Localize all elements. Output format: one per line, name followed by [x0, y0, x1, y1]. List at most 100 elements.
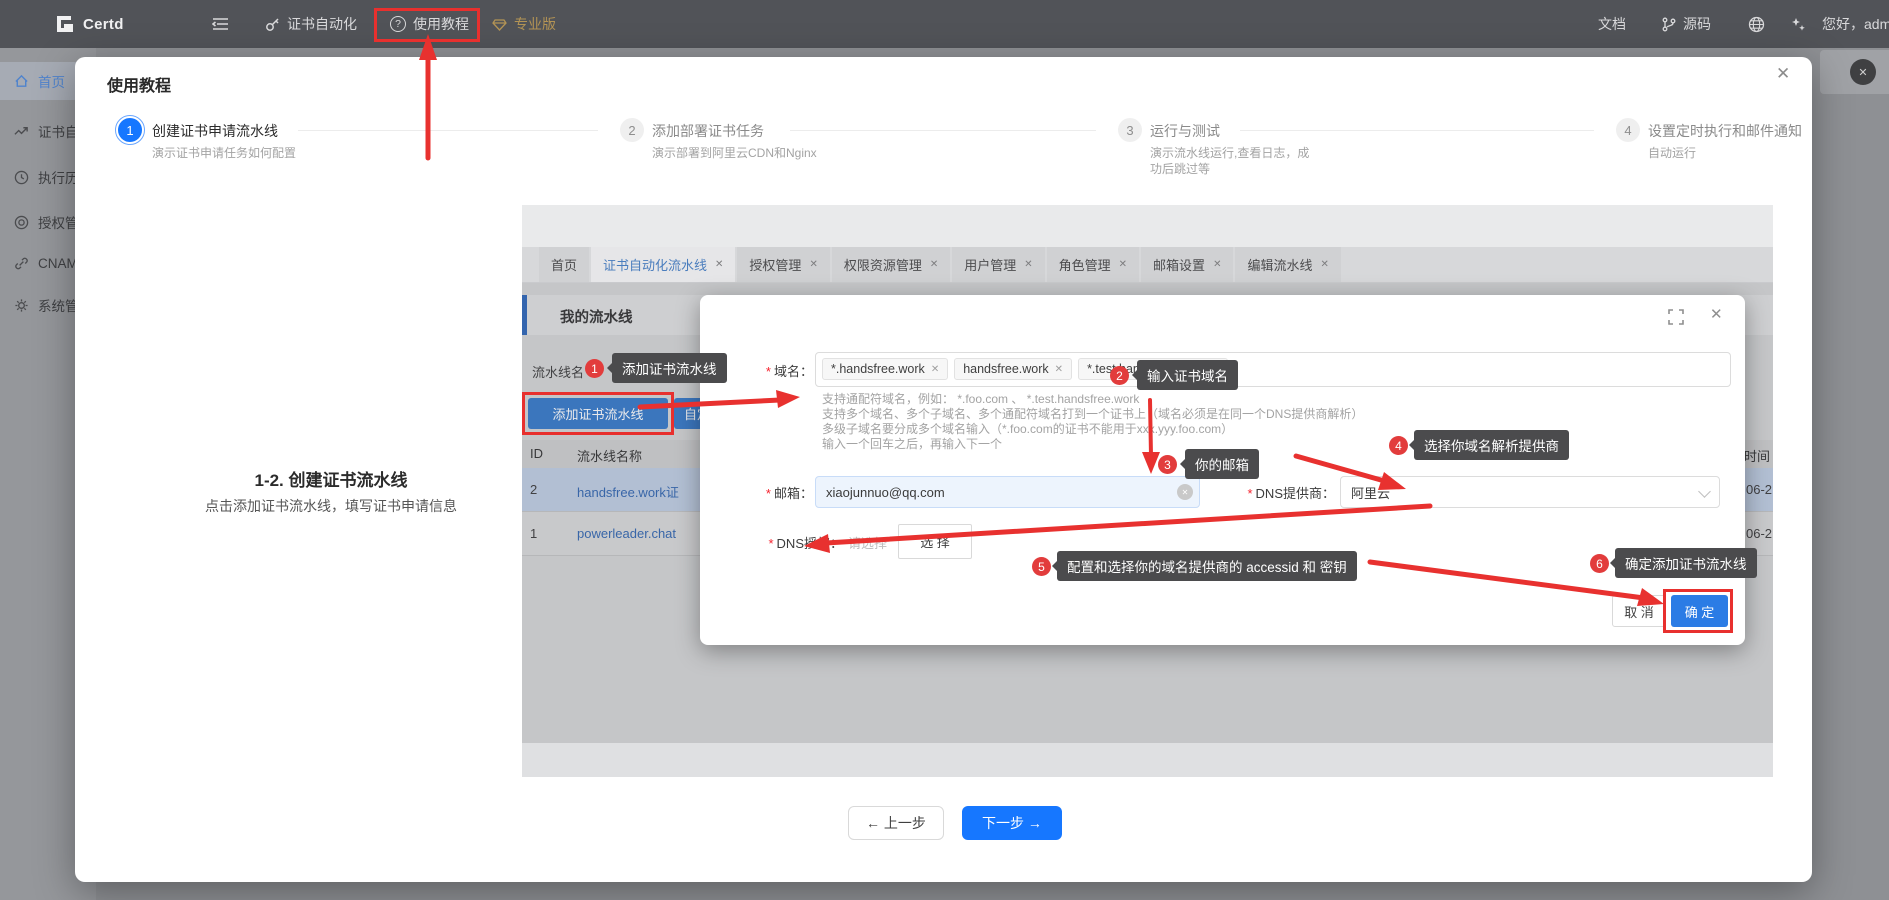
tab-close-icon[interactable]: ✕ [930, 259, 938, 270]
domain-field-label: *域名： [755, 361, 813, 380]
step-connector [1240, 130, 1594, 131]
nav-theme-toggle[interactable] [1790, 0, 1806, 48]
pipeline-name-filter-label: 流水线名 [532, 362, 584, 381]
row-time: 06-2 [1746, 482, 1772, 497]
diamond-icon [492, 17, 507, 32]
sparkles-icon [1790, 16, 1806, 32]
step-connector [298, 130, 598, 131]
tab-home[interactable]: 首页 [539, 247, 589, 282]
step-2-title: 添加部署证书任务 [652, 121, 764, 141]
tab-permission-resources[interactable]: 权限资源管理✕ [832, 247, 950, 282]
clear-input-icon[interactable]: ✕ [1177, 484, 1193, 500]
tutorial-modal-title: 使用教程 [107, 72, 171, 96]
tab-users[interactable]: 用户管理✕ [952, 247, 1044, 282]
domain-tag[interactable]: *.handsfree.work✕ [822, 358, 948, 380]
row-id: 1 [530, 526, 537, 541]
dns-auth-select-button[interactable]: 选 择 [898, 524, 972, 559]
screenshot-footer-strip [522, 743, 1773, 777]
pipeline-link[interactable]: powerleader.chat [577, 526, 676, 541]
row-id: 2 [530, 482, 537, 497]
globe-icon [1748, 16, 1765, 33]
tag-close-icon[interactable]: ✕ [1055, 364, 1063, 375]
dns-provider-label: *DNS提供商： [1228, 483, 1335, 502]
prev-step-button[interactable]: ← 上一步 [848, 806, 944, 840]
step-3-indicator: 3 [1118, 118, 1142, 142]
app-title: Certd [83, 16, 124, 33]
dns-auth-label: *DNS授权： [730, 533, 843, 552]
key-icon [265, 17, 280, 32]
user-greeting[interactable]: 您好，admin [1822, 0, 1889, 48]
dialog-close-icon[interactable]: ✕ [1710, 305, 1723, 323]
highlight-box-add-button [522, 392, 674, 435]
app-logo[interactable]: Certd [50, 0, 124, 48]
col-id: ID [530, 446, 543, 461]
annotation-tooltip-5: 配置和选择你的域名提供商的 accessid 和 密钥 [1057, 551, 1357, 581]
tag-close-icon[interactable]: ✕ [931, 364, 939, 375]
nav-pro-label: 专业版 [514, 14, 556, 34]
tab-close-icon[interactable]: ✕ [715, 259, 723, 270]
tab-close-icon[interactable]: ✕ [1320, 259, 1328, 270]
annotation-tooltip-3: 你的邮箱 [1185, 449, 1259, 479]
step-2-desc: 演示部署到阿里云CDN和Nginx [652, 145, 820, 161]
domain-help-text: 支持通配符域名，例如： *.foo.com 、 *.test.handsfree… [822, 392, 1363, 452]
step-4-desc: 自动运行 [1648, 145, 1768, 161]
tab-email-settings[interactable]: 邮箱设置✕ [1141, 247, 1233, 282]
certd-logo-icon [50, 11, 76, 37]
pipeline-link[interactable]: handsfree.work证 [577, 482, 679, 501]
col-name: 流水线名称 [577, 446, 642, 465]
tab-authorization[interactable]: 授权管理✕ [737, 247, 829, 282]
next-step-button[interactable]: 下一步 → [962, 806, 1062, 840]
sidebar-item-label: 系统管 [38, 295, 79, 315]
clock-icon [14, 170, 29, 185]
domain-tag[interactable]: handsfree.work✕ [954, 358, 1072, 380]
tab-edit-pipeline[interactable]: 编辑流水线✕ [1235, 247, 1340, 282]
tab-close-icon[interactable]: ✕ [1119, 259, 1127, 270]
fullscreen-icon[interactable] [1668, 309, 1684, 325]
tab-close-icon[interactable]: ✕ [809, 259, 817, 270]
step-1-title: 创建证书申请流水线 [152, 121, 278, 141]
annotation-badge-3: 3 [1158, 455, 1177, 474]
link-icon [14, 256, 29, 271]
step-3-title: 运行与测试 [1150, 121, 1220, 141]
annotation-tooltip-2: 输入证书域名 [1137, 360, 1238, 390]
screen: Certd 证书自动化 ? 使用教程 专业版 文档 源码 [0, 0, 1889, 900]
dns-auth-placeholder: 请选择 [848, 533, 887, 552]
nav-docs[interactable]: 文档 [1598, 0, 1626, 48]
cancel-button[interactable]: 取 消 [1612, 595, 1666, 627]
annotation-tooltip-4: 选择你域名解析提供商 [1414, 430, 1569, 460]
highlight-box-tutorial-nav [374, 8, 480, 42]
annotation-badge-5: 5 [1032, 557, 1051, 576]
tab-roles[interactable]: 角色管理✕ [1047, 247, 1139, 282]
nav-language[interactable] [1748, 0, 1765, 48]
annotation-tooltip-6: 确定添加证书流水线 [1615, 548, 1757, 578]
nav-source[interactable]: 源码 [1662, 0, 1711, 48]
nav-cert-automation-label: 证书自动化 [287, 14, 357, 34]
nav-cert-automation[interactable]: 证书自动化 [265, 0, 357, 48]
collapse-menu-icon [212, 17, 229, 31]
annotation-badge-4: 4 [1389, 436, 1408, 455]
tab-cert-pipeline[interactable]: 证书自动化流水线✕ [591, 247, 735, 282]
close-all-tabs-button[interactable]: ✕ [1850, 59, 1876, 85]
top-navbar: Certd 证书自动化 ? 使用教程 专业版 文档 源码 [0, 0, 1889, 48]
gear-icon [14, 298, 29, 313]
tab-close-icon[interactable]: ✕ [1024, 259, 1032, 270]
home-icon [14, 74, 29, 89]
email-input[interactable]: xiaojunnuo@qq.com [815, 476, 1200, 508]
sidebar-collapse-button[interactable] [212, 0, 229, 48]
step-connector [790, 130, 1096, 131]
page-title: 我的流水线 [560, 306, 633, 327]
step-2-indicator: 2 [620, 118, 644, 142]
tutorial-close-icon[interactable]: ✕ [1776, 64, 1790, 84]
screenshot-tabbar: 首页 证书自动化流水线✕ 授权管理✕ 权限资源管理✕ 用户管理✕ 角色管理✕ 邮… [522, 247, 1773, 283]
tab-close-icon[interactable]: ✕ [1213, 259, 1221, 270]
accent-bar [522, 295, 527, 335]
sidebar-item-label: 首页 [38, 71, 65, 91]
nav-docs-label: 文档 [1598, 14, 1626, 34]
nav-pro-edition[interactable]: 专业版 [492, 0, 556, 48]
step-4-indicator: 4 [1616, 118, 1640, 142]
nav-source-label: 源码 [1683, 14, 1711, 34]
screenshot-toolbar [522, 205, 1773, 247]
dns-provider-select[interactable]: 阿里云 [1340, 476, 1720, 508]
step-3-desc: 演示流水线运行,查看日志，成功后跳过等 [1150, 145, 1310, 177]
step-1-desc: 演示证书申请任务如何配置 [152, 145, 320, 161]
